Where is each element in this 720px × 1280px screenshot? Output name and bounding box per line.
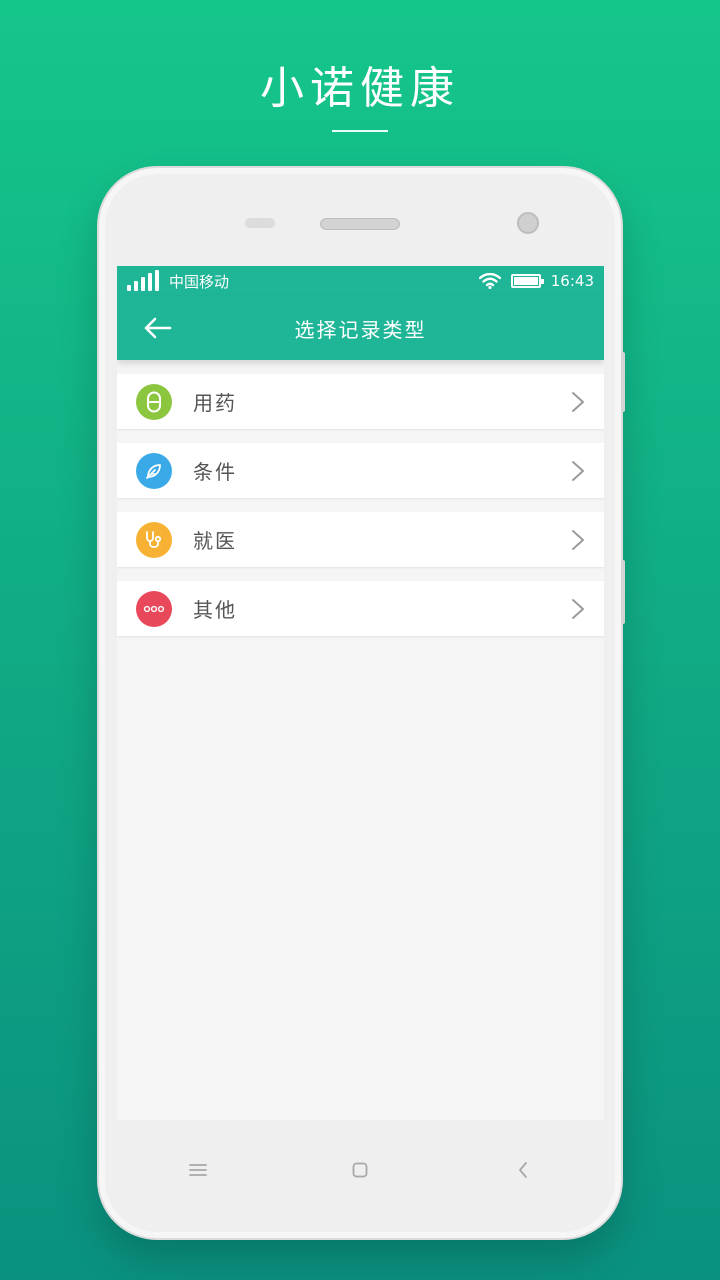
page-title: 选择记录类型 <box>294 317 427 342</box>
record-type-list: 用药 条件 就医 其他 <box>117 360 604 636</box>
home-square-icon <box>353 1162 368 1178</box>
hero-divider <box>332 130 388 132</box>
phone-sensor <box>245 218 275 228</box>
feather-icon <box>136 452 172 489</box>
back-button[interactable] <box>137 310 177 346</box>
chevron-right-icon <box>572 529 584 550</box>
status-time: 16:43 <box>550 272 594 290</box>
phone-side-button <box>621 352 625 412</box>
chevron-right-icon <box>572 598 584 619</box>
list-item-label: 用药 <box>193 391 237 415</box>
battery-icon <box>510 274 544 288</box>
menu-button[interactable] <box>178 1150 218 1190</box>
chevron-left-icon <box>518 1162 527 1178</box>
more-icon <box>136 590 172 627</box>
chevron-right-icon <box>572 391 584 412</box>
list-item-label: 其他 <box>193 598 237 622</box>
list-item-medical-visit[interactable]: 就医 <box>117 512 604 567</box>
phone-speaker <box>320 218 400 230</box>
wifi-icon <box>478 273 501 289</box>
menu-icon <box>189 1164 208 1176</box>
home-button[interactable] <box>340 1150 380 1190</box>
list-item-other[interactable]: 其他 <box>117 581 604 636</box>
hero-title: 小诺健康 <box>260 63 460 114</box>
pill-icon <box>136 383 172 420</box>
list-item-label: 条件 <box>193 460 237 484</box>
stethoscope-icon <box>136 521 172 558</box>
chevron-right-icon <box>572 460 584 481</box>
carrier-name: 中国移动 <box>169 272 230 291</box>
app-screen: 中国移动 16:43 选择记录类型 用药 条件 就医 其他 <box>117 266 604 1120</box>
phone-side-button <box>621 560 625 624</box>
app-bar: 选择记录类型 <box>117 296 604 360</box>
list-item-medication[interactable]: 用药 <box>117 374 604 429</box>
signal-icon <box>127 270 159 291</box>
system-back-button[interactable] <box>503 1150 543 1190</box>
arrow-left-icon <box>144 317 172 339</box>
list-item-label: 就医 <box>193 529 237 553</box>
system-nav-bar <box>117 1140 604 1200</box>
status-bar: 中国移动 16:43 <box>117 266 604 296</box>
phone-camera <box>517 212 539 234</box>
list-item-condition[interactable]: 条件 <box>117 443 604 498</box>
